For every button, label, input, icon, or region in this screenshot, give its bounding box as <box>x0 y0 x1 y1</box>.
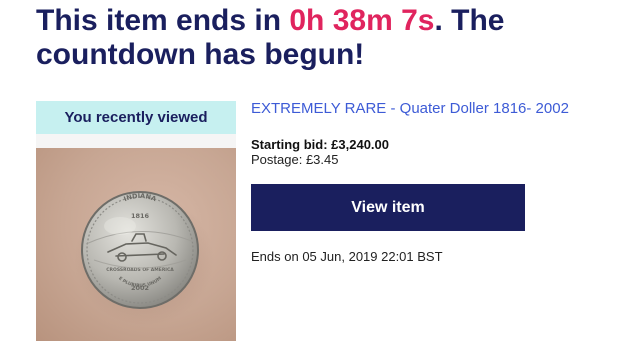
postage-label: Postage: <box>251 152 303 167</box>
item-photo[interactable]: INDIANA 1816 CROSSROADS OF AMERICA 2002 … <box>36 148 236 341</box>
auction-end-time: Ends on 05 Jun, 2019 22:01 BST <box>251 249 443 264</box>
item-title-link[interactable]: EXTREMELY RARE - Quater Doller 1816- 200… <box>251 100 611 118</box>
starting-bid-value: £3,240.00 <box>331 137 390 152</box>
postage: Postage: £3.45 <box>251 152 611 167</box>
starting-bid-label: Starting bid: <box>251 137 328 152</box>
recently-viewed-card[interactable]: You recently viewed INDIANA 1816 CROSSRO… <box>36 101 236 341</box>
postage-value: £3.45 <box>305 152 339 167</box>
item-info: EXTREMELY RARE - Quater Doller 1816- 200… <box>251 100 611 264</box>
ends-value: 05 Jun, 2019 22:01 BST <box>302 249 443 264</box>
headline: This item ends in 0h 38m 7s. The countdo… <box>36 4 626 72</box>
countdown-timer: 0h 38m 7s <box>289 4 435 37</box>
ends-label: Ends on <box>251 249 299 264</box>
headline-prefix: This item ends in <box>36 4 290 37</box>
view-item-button[interactable]: View item <box>251 184 525 231</box>
starting-bid: Starting bid: £3,240.00 <box>251 137 611 152</box>
coin-image: INDIANA 1816 CROSSROADS OF AMERICA 2002 … <box>74 191 214 326</box>
recently-viewed-banner: You recently viewed <box>36 101 236 134</box>
coin-inscription-year: 1816 <box>131 212 150 220</box>
